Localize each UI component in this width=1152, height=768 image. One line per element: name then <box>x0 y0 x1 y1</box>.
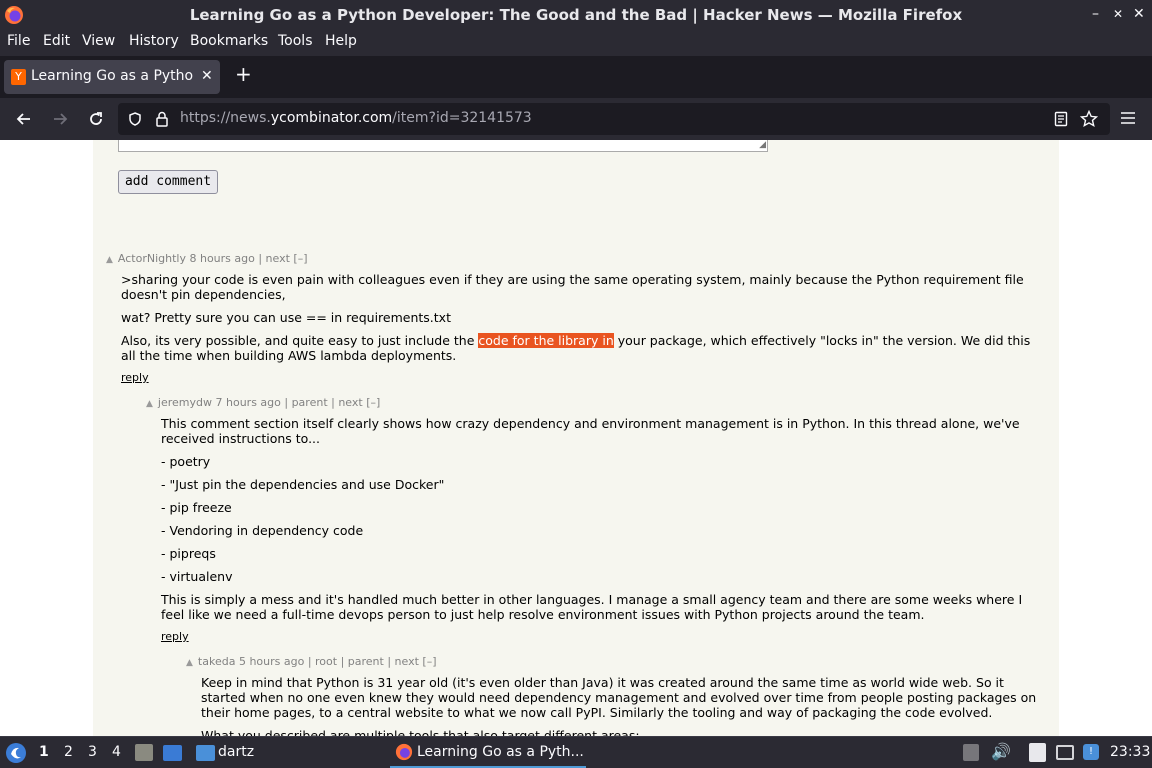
comment-list-item: - Vendoring in dependency code <box>161 523 364 538</box>
start-menu-icon[interactable] <box>5 742 27 764</box>
menu-bar: File Edit View History Bookmarks Tools H… <box>0 30 1152 54</box>
arrow-right-icon[interactable] <box>51 110 69 128</box>
workspace-3[interactable]: 3 <box>88 744 97 760</box>
firefox-task-button[interactable]: Learning Go as a Pyth... <box>390 737 586 768</box>
menu-view[interactable]: View <box>82 33 115 49</box>
comment-paragraph: Keep in mind that Python is 31 year old … <box>201 675 1037 720</box>
firefox-task-label: Learning Go as a Pyth... <box>417 744 584 760</box>
upvote-arrow-icon[interactable]: ▲ <box>146 399 153 409</box>
comment-textarea[interactable]: ◢ <box>118 140 768 152</box>
comment-header: ▲ jeremydw 7 hours ago | parent | next [–… <box>146 396 380 409</box>
upvote-arrow-icon[interactable]: ▲ <box>106 255 113 265</box>
lock-icon[interactable] <box>154 110 170 128</box>
workspace-4[interactable]: 4 <box>112 744 121 760</box>
desktop-icon[interactable] <box>163 745 182 761</box>
clipboard-icon[interactable] <box>1029 743 1046 762</box>
comment-paragraph: What you described are multiple tools th… <box>201 728 640 736</box>
comment-age[interactable]: 5 hours ago <box>239 655 304 668</box>
comment-header: ▲ ActorNightly 8 hours ago | next [–] <box>106 252 308 265</box>
reply-link[interactable]: reply <box>161 630 189 643</box>
comment-user[interactable]: ActorNightly <box>118 252 186 265</box>
ycombinator-favicon-icon: Y <box>11 69 26 85</box>
tab-close-icon[interactable]: ✕ <box>201 68 213 84</box>
folder-task-label[interactable]: dartz <box>218 744 254 760</box>
firefox-logo-icon <box>395 743 413 761</box>
new-tab-button[interactable]: + <box>235 62 252 86</box>
shield-icon[interactable] <box>127 111 143 127</box>
comment-nav-links[interactable]: | parent | next [–] <box>281 396 380 409</box>
menu-help[interactable]: Help <box>325 33 357 49</box>
add-comment-button[interactable]: add comment <box>118 170 218 194</box>
comment-user[interactable]: takeda <box>198 655 236 668</box>
comment-nav-links[interactable]: | next [–] <box>255 252 307 265</box>
tab-title: Learning Go as a Python Developer <box>31 68 194 84</box>
star-icon[interactable] <box>1080 110 1098 128</box>
comment-list-item: - virtualenv <box>161 569 233 584</box>
network-icon[interactable] <box>1056 745 1074 760</box>
navigation-toolbar: https://news.ycombinator.com/item?id=321… <box>0 98 1152 140</box>
comment-age[interactable]: 8 hours ago <box>189 252 254 265</box>
comment-paragraph: This is simply a mess and it's handled m… <box>161 592 1023 622</box>
comment-paragraph: wat? Pretty sure you can use == in requi… <box>121 310 451 325</box>
menu-tools[interactable]: Tools <box>278 33 313 49</box>
comment-nav-links[interactable]: | root | parent | next [–] <box>304 655 437 668</box>
workspace-2[interactable]: 2 <box>64 744 73 760</box>
tab-bar: Y Learning Go as a Python Developer ✕ <box>0 56 1152 98</box>
comment-paragraph: Also, its very possible, and quite easy … <box>121 333 1031 363</box>
workspace-1[interactable]: 1 <box>39 744 49 760</box>
url-bar[interactable]: https://news.ycombinator.com/item?id=321… <box>118 103 1110 135</box>
clock: 23:33 <box>1110 744 1151 760</box>
comment-paragraph: This comment section itself clearly show… <box>161 416 1020 446</box>
comment-list-item: - pip freeze <box>161 500 232 515</box>
comment-list-item: - pipreqs <box>161 546 216 561</box>
upvote-arrow-icon[interactable]: ▲ <box>186 658 193 668</box>
page-content: ◢ add comment ▲ ActorNightly 8 hours ago … <box>0 140 1152 736</box>
window-titlebar: Learning Go as a Python Developer: The G… <box>0 0 1152 30</box>
close-window-button[interactable]: ✕ <box>1133 6 1145 22</box>
minimize-button[interactable]: – <box>1092 6 1099 22</box>
hamburger-menu-icon[interactable] <box>1120 111 1136 125</box>
file-manager-icon[interactable] <box>135 744 153 761</box>
notification-icon[interactable]: ! <box>1083 744 1099 760</box>
menu-history[interactable]: History <box>129 33 179 49</box>
url-text[interactable]: https://news.ycombinator.com/item?id=321… <box>180 110 532 126</box>
arrow-left-icon[interactable] <box>15 110 33 128</box>
tab-hacker-news[interactable]: Y Learning Go as a Python Developer ✕ <box>4 60 220 94</box>
volume-icon[interactable]: 🔊 <box>991 742 1011 761</box>
resize-grip-icon[interactable]: ◢ <box>759 140 766 150</box>
comment-age[interactable]: 7 hours ago <box>216 396 281 409</box>
selected-text-highlight: code for the library in <box>478 333 614 348</box>
comment-user[interactable]: jeremydw <box>158 396 212 409</box>
reply-link[interactable]: reply <box>121 371 149 384</box>
folder-icon[interactable] <box>196 745 215 761</box>
menu-bookmarks[interactable]: Bookmarks <box>190 33 268 49</box>
comment-paragraph: >sharing your code is even pain with col… <box>121 272 1024 302</box>
reload-icon[interactable] <box>87 110 105 128</box>
comment-list-item: - poetry <box>161 454 211 469</box>
battery-icon[interactable] <box>963 744 979 761</box>
window-title: Learning Go as a Python Developer: The G… <box>189 6 963 24</box>
comment-list-item: - "Just pin the dependencies and use Doc… <box>161 477 445 492</box>
desktop-taskbar: 1 2 3 4 dartz Learning Go as a Pyth... 🔊… <box>0 736 1152 768</box>
menu-file[interactable]: File <box>7 33 30 49</box>
hn-item-panel: ◢ add comment ▲ ActorNightly 8 hours ago … <box>93 140 1059 736</box>
menu-edit[interactable]: Edit <box>43 33 70 49</box>
comment-header: ▲ takeda 5 hours ago | root | parent | ne… <box>186 655 436 668</box>
reader-view-icon[interactable] <box>1054 111 1068 127</box>
maximize-button[interactable]: ✕ <box>1113 7 1123 21</box>
